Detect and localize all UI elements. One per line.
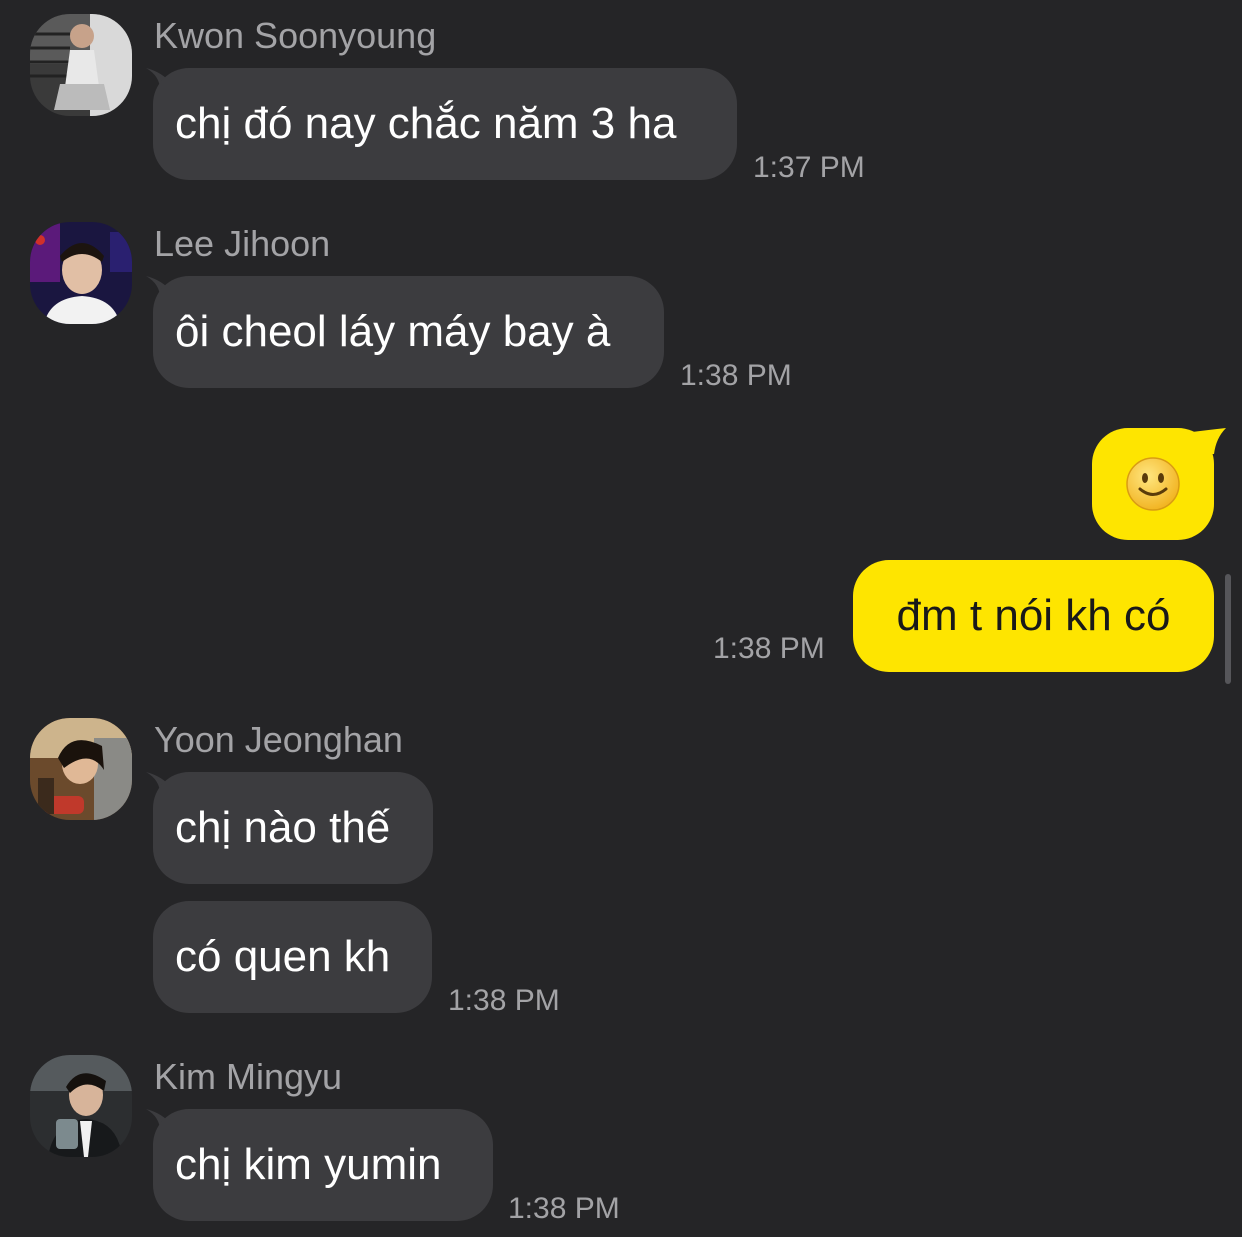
message-timestamp: 1:38 PM bbox=[448, 984, 560, 1017]
bubble-tail bbox=[1192, 428, 1226, 454]
message-timestamp: 1:38 PM bbox=[508, 1192, 620, 1225]
my-message-bubble[interactable]: đm t nói kh có bbox=[853, 560, 1214, 672]
avatar-yoon-jeonghan[interactable] bbox=[30, 718, 132, 820]
message-timestamp: 1:38 PM bbox=[713, 632, 825, 665]
message-text: đm t nói kh có bbox=[896, 591, 1171, 640]
message-bubble[interactable]: có quen kh bbox=[153, 901, 432, 1013]
message-timestamp: 1:38 PM bbox=[680, 359, 792, 392]
message-bubble[interactable]: ôi cheol láy máy bay à bbox=[153, 276, 664, 388]
avatar-kwon-soonyoung[interactable] bbox=[30, 14, 132, 116]
scrollbar[interactable] bbox=[1225, 574, 1231, 684]
message-text: ôi cheol láy máy bay à bbox=[175, 307, 611, 356]
message-bubble[interactable]: chị nào thế bbox=[153, 772, 433, 884]
sender-name: Yoon Jeonghan bbox=[154, 719, 403, 760]
profile-photo bbox=[30, 14, 132, 116]
message-text: chị đó nay chắc năm 3 ha bbox=[175, 99, 677, 148]
sender-name: Kim Mingyu bbox=[154, 1056, 343, 1097]
avatar-kim-mingyu[interactable] bbox=[30, 1055, 132, 1157]
profile-photo bbox=[30, 222, 132, 324]
message-text: chị kim yumin bbox=[175, 1140, 442, 1189]
message-text: chị nào thế bbox=[175, 803, 391, 852]
profile-photo bbox=[30, 718, 132, 820]
sender-name: Lee Jihoon bbox=[154, 223, 331, 264]
profile-photo bbox=[30, 1055, 132, 1157]
message-bubble[interactable]: chị đó nay chắc năm 3 ha bbox=[153, 68, 737, 180]
avatar-lee-jihoon[interactable] bbox=[30, 222, 132, 324]
message-timestamp: 1:37 PM bbox=[753, 151, 865, 184]
sender-name: Kwon Soonyoung bbox=[154, 15, 437, 56]
message-bubble[interactable]: chị kim yumin bbox=[153, 1109, 493, 1221]
slightly-smiling-face-icon bbox=[1125, 456, 1181, 512]
message-text: có quen kh bbox=[175, 932, 391, 981]
